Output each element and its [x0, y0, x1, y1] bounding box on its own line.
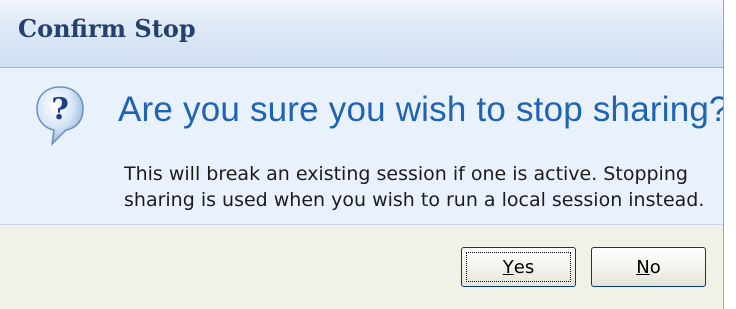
confirm-message: This will break an existing session if o… [124, 163, 705, 211]
confirm-stop-dialog: Confirm Stop ? Are you sure you wish to … [0, 0, 736, 309]
window-background [724, 0, 736, 309]
button-bar: Yes No [0, 225, 723, 309]
dialog-title: Confirm Stop [18, 14, 196, 43]
svg-text:?: ? [51, 92, 69, 127]
yes-button-label: Yes [466, 252, 571, 282]
yes-button[interactable]: Yes [461, 247, 576, 287]
yes-mnemonic: Y [502, 256, 514, 278]
no-button-label: No [596, 252, 701, 282]
confirm-heading: Are you sure you wish to stop sharing? [118, 90, 729, 129]
no-mnemonic: N [636, 256, 650, 278]
question-icon: ? [36, 86, 84, 147]
yes-label-rest: es [513, 256, 535, 278]
dialog-titlebar[interactable]: Confirm Stop [0, 0, 723, 68]
no-button[interactable]: No [591, 247, 706, 287]
no-label-rest: o [649, 256, 661, 278]
message-area: ? Are you sure you wish to stop sharing?… [0, 68, 729, 225]
